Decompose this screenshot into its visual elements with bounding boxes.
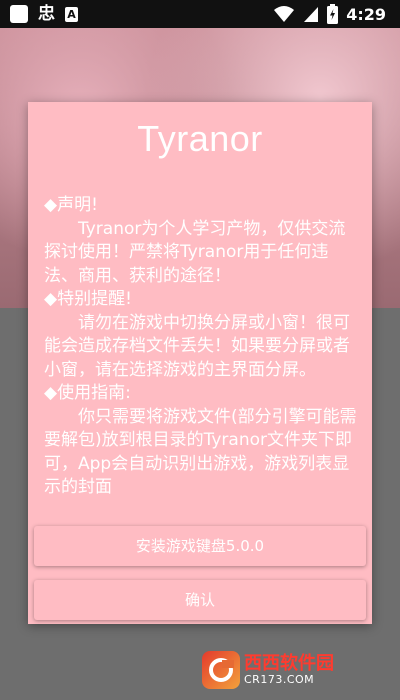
wifi-icon — [274, 6, 295, 22]
confirm-button[interactable]: 确认 — [34, 580, 366, 620]
app-notification-icon: 忠 — [38, 4, 55, 24]
status-bar: 忠 A 4:29 — [0, 0, 400, 28]
watermark-url: CR173.COM — [244, 673, 315, 686]
a-badge-icon: A — [65, 6, 78, 22]
watermark-name: 西西软件园 — [244, 653, 334, 674]
notice-heading: ◆声明! — [44, 195, 98, 215]
reminder-paragraph: 请勿在游戏中切换分屏或小窗！很可能会造成存档文件丢失！如果要分屏或者小窗，请在选… — [44, 312, 350, 380]
notification-square-icon — [10, 5, 28, 23]
signal-icon — [304, 7, 319, 22]
dialog-message-scroll[interactable]: ◆声明! Tyranor为个人学习产物，仅供交流探讨使用！严禁将Tyranor用… — [44, 194, 362, 518]
reminder-heading: ◆特别提醒! — [44, 289, 132, 309]
notice-paragraph: Tyranor为个人学习产物，仅供交流探讨使用！严禁将Tyranor用于任何违法… — [44, 218, 346, 286]
status-time: 4:29 — [346, 4, 386, 24]
guide-heading: ◆使用指南: — [44, 383, 131, 403]
info-dialog: Tyranor ◆声明! Tyranor为个人学习产物，仅供交流探讨使用！严禁将… — [28, 102, 372, 624]
site-watermark: 西西软件园 CR173.COM — [202, 650, 382, 690]
dialog-title: Tyranor — [137, 118, 263, 159]
install-keyboard-button[interactable]: 安装游戏键盘5.0.0 — [34, 526, 366, 566]
battery-charging-icon — [327, 4, 339, 24]
guide-paragraph: 你只需要将游戏文件(部分引擎可能需要解包)放到根目录的Tyranor文件夹下即可… — [44, 406, 357, 498]
watermark-logo-icon — [202, 651, 240, 689]
